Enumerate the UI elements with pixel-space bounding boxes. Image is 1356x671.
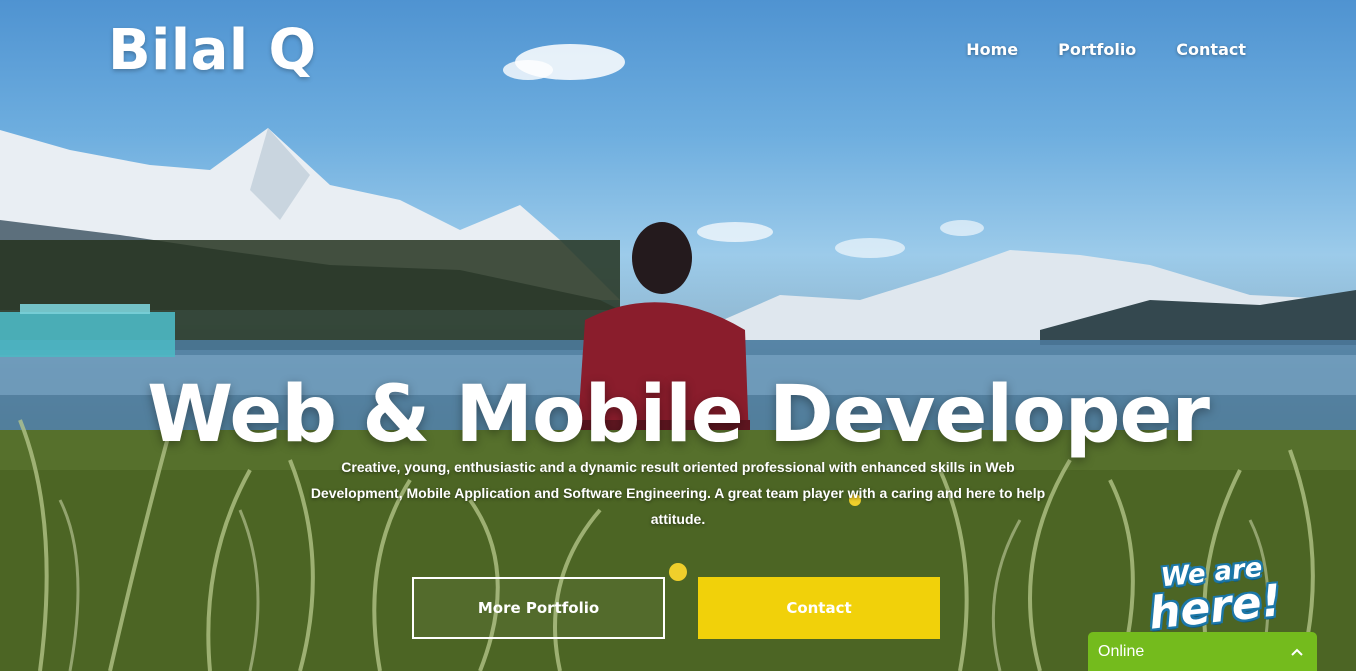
hero-description: Creative, young, enthusiastic and a dyna… — [310, 459, 1046, 527]
chat-widget-badge[interactable]: We are here! — [1139, 553, 1290, 640]
hero-headline: Web & Mobile Developer — [147, 370, 1210, 461]
nav-item-portfolio[interactable]: Portfolio — [1058, 40, 1136, 59]
site-logo[interactable]: Bilal Q — [108, 18, 317, 83]
chat-widget-bar[interactable]: Online — [1088, 632, 1317, 671]
more-portfolio-button[interactable]: More Portfolio — [412, 577, 665, 639]
main-nav: Home Portfolio Contact — [966, 40, 1246, 59]
chat-status-label: Online — [1098, 642, 1145, 660]
contact-button[interactable]: Contact — [698, 577, 940, 639]
nav-item-home[interactable]: Home — [966, 40, 1018, 59]
chevron-up-icon[interactable] — [1291, 645, 1303, 659]
nav-item-contact[interactable]: Contact — [1176, 40, 1246, 59]
